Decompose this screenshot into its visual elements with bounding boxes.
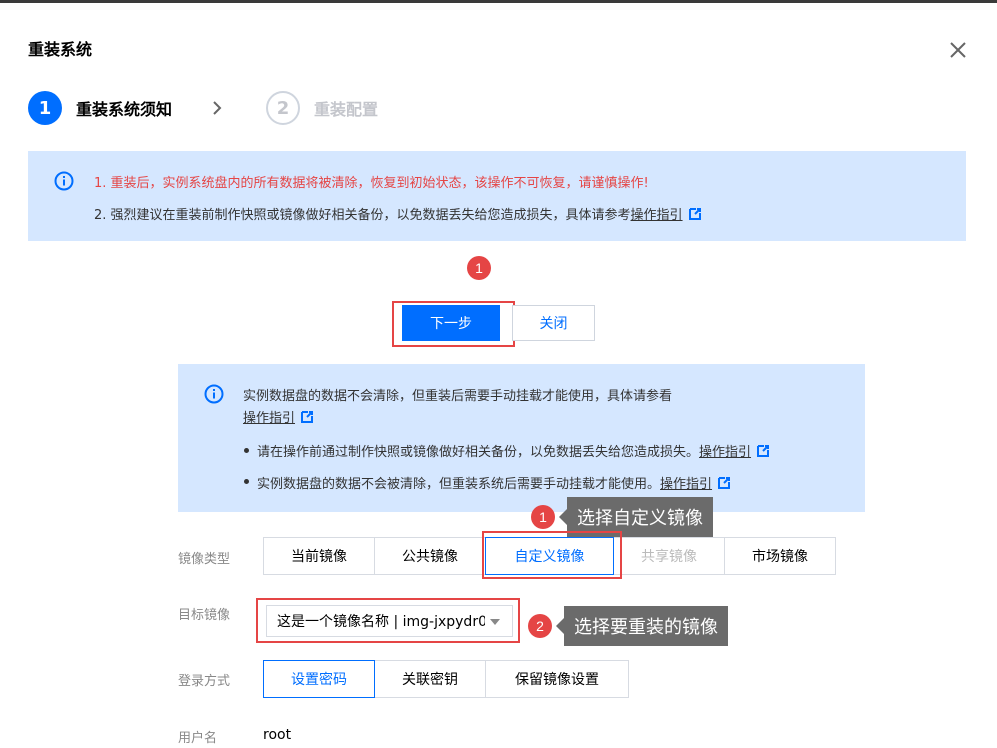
external-link-icon[interactable] [688, 208, 701, 220]
external-link-icon[interactable] [301, 411, 314, 423]
username-value: root [263, 727, 292, 743]
image-type-label: 镜像类型 [178, 552, 231, 567]
close-button[interactable]: 关闭 [512, 305, 595, 341]
highlight-target-image [256, 598, 520, 643]
login-associate-key[interactable]: 关联密钥 [374, 660, 486, 698]
warning-line-1: 1. 重装后，实例系统盘内的所有数据将被清除，恢复到初始状态，该操作不可恢复，请… [94, 176, 649, 191]
login-set-password[interactable]: 设置密码 [263, 660, 375, 698]
target-image-annotation-badge: 2 [528, 614, 552, 638]
login-keep-image-settings[interactable]: 保留镜像设置 [485, 660, 629, 698]
image-type-segment: 当前镜像 公共镜像 自定义镜像 共享镜像 市场镜像 [263, 537, 836, 575]
data-disk-intro-link-row: 操作指引 [243, 407, 314, 426]
username-label: 用户名 [178, 731, 218, 746]
window-top-border [0, 0, 997, 3]
target-image-label: 目标镜像 [178, 608, 231, 623]
login-method-segment: 设置密码 关联密钥 保留镜像设置 [263, 660, 629, 698]
image-type-market[interactable]: 市场镜像 [724, 537, 836, 575]
image-type-shared: 共享镜像 [613, 537, 725, 575]
image-type-current[interactable]: 当前镜像 [263, 537, 375, 575]
operation-guide-link[interactable]: 操作指引 [699, 445, 751, 460]
image-type-annotation-badge: 1 [531, 505, 555, 529]
operation-guide-link[interactable]: 操作指引 [631, 208, 683, 223]
target-image-tooltip: 选择要重装的镜像 [556, 606, 728, 646]
bullet-2-text: 实例数据盘的数据不会被清除，但重装系统后需要手动挂载才能使用。 [257, 477, 661, 492]
reinstall-warning-notice [28, 151, 966, 241]
info-icon [54, 171, 74, 191]
dialog-title: 重装系统 [28, 40, 93, 59]
data-disk-bullet-1: 请在操作前通过制作快照或镜像做好相关备份，以免数据丢失给您造成损失。操作指引 [257, 441, 770, 460]
chevron-right-icon [213, 101, 222, 115]
info-icon [204, 384, 224, 404]
bullet-1-text: 请在操作前通过制作快照或镜像做好相关备份，以免数据丢失给您造成损失。 [257, 445, 700, 460]
bullet-dot [244, 448, 249, 453]
image-type-public[interactable]: 公共镜像 [374, 537, 486, 575]
step-1-label: 重装系统须知 [76, 100, 173, 119]
bullet-dot [244, 479, 249, 484]
external-link-icon[interactable] [718, 477, 731, 489]
warning-line-2: 2. 强烈建议在重装前制作快照或镜像做好相关备份，以免数据丢失给您造成损失，具体… [94, 204, 701, 223]
data-disk-bullet-2: 实例数据盘的数据不会被清除，但重装系统后需要手动挂载才能使用。操作指引 [257, 473, 731, 492]
warning-line-2-text: 2. 强烈建议在重装前制作快照或镜像做好相关备份，以免数据丢失给您造成损失，具体… [94, 208, 631, 223]
stepper: 1 重装系统须知 2 重装配置 [28, 91, 378, 125]
step-2-number: 2 [266, 91, 301, 125]
step-1-number: 1 [28, 91, 62, 125]
data-disk-intro: 实例数据盘的数据不会清除，但重装后需要手动挂载才能使用，具体请参看 [243, 389, 673, 404]
operation-guide-link[interactable]: 操作指引 [243, 411, 295, 426]
login-method-label: 登录方式 [178, 674, 231, 689]
external-link-icon[interactable] [757, 445, 770, 457]
close-icon[interactable] [946, 38, 970, 62]
operation-guide-link[interactable]: 操作指引 [660, 477, 712, 492]
step-2-label: 重装配置 [314, 100, 379, 119]
next-button[interactable]: 下一步 [402, 305, 500, 341]
image-type-custom[interactable]: 自定义镜像 [485, 537, 614, 575]
step-annotation-badge: 1 [467, 256, 491, 280]
